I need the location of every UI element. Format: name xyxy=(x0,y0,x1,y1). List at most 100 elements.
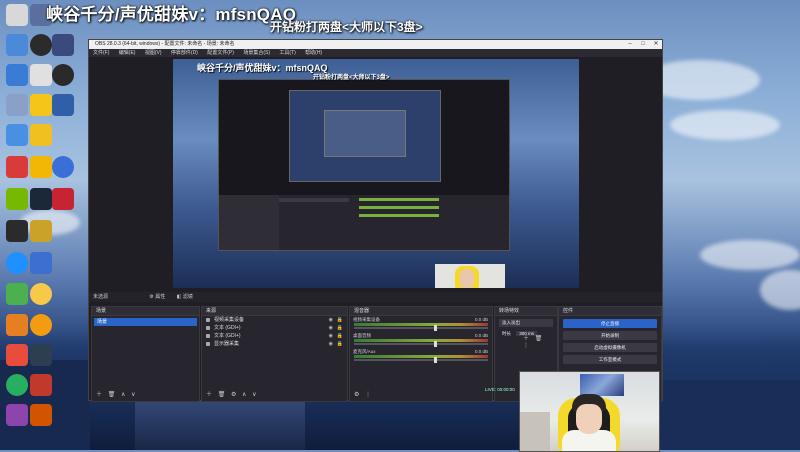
desktop-icon[interactable] xyxy=(6,156,28,178)
desktop-icon[interactable] xyxy=(6,344,28,366)
more-icon[interactable]: ⋮ xyxy=(365,392,371,398)
desktop-icon[interactable] xyxy=(30,94,52,116)
close-icon[interactable]: ✕ xyxy=(650,40,662,49)
desktop-icon[interactable] xyxy=(6,4,28,26)
camera-icon xyxy=(206,318,210,322)
properties-button[interactable]: ⚙ 属性 xyxy=(149,294,165,300)
no-source-label: 未选源 xyxy=(93,294,109,300)
desktop-icon[interactable] xyxy=(6,283,28,305)
desktop-icon[interactable] xyxy=(52,94,74,116)
menu-view[interactable]: 视图(V) xyxy=(145,50,162,56)
obs-preview-canvas[interactable]: 峡谷千分/声优甜妹v：mfsnQAQ 开钻粉打两盘<大师以下3盘> xyxy=(173,59,579,288)
desktop-icon[interactable] xyxy=(52,188,74,210)
desktop-icon[interactable] xyxy=(30,64,52,86)
audio-mixer-dock: 混音器 视频采集设备 0.0 dB 桌面音频 0.0 dB 麦克风/Aux 0.0 d… xyxy=(349,306,493,402)
more-icon[interactable]: ⋮ xyxy=(523,343,529,349)
start-recording-button[interactable]: 开始录制 xyxy=(563,331,657,340)
desktop-icon[interactable] xyxy=(6,404,28,426)
desktop-icon[interactable] xyxy=(52,34,74,56)
preview-overlay-title: 峡谷千分/声优甜妹v：mfsnQAQ xyxy=(197,63,328,73)
up-icon[interactable]: ∧ xyxy=(242,392,246,398)
desktop-icon[interactable] xyxy=(6,34,28,56)
trash-icon[interactable]: 🗑 xyxy=(535,336,543,342)
desktop-icon[interactable] xyxy=(30,188,52,210)
minimize-icon[interactable]: – xyxy=(624,40,636,49)
eye-icon[interactable]: ◉ xyxy=(329,340,333,348)
webcam-overlay xyxy=(519,371,660,452)
desktop-icon[interactable] xyxy=(6,94,28,116)
lock-icon[interactable]: 🔒 xyxy=(337,340,343,348)
mixer-channel: 麦克风/Aux 0.0 dB xyxy=(350,348,492,363)
nested-capture-1 xyxy=(218,79,510,251)
trash-icon[interactable]: 🗑 xyxy=(218,392,226,398)
desktop-icon[interactable] xyxy=(6,188,28,210)
menu-help[interactable]: 帮助(H) xyxy=(305,50,322,56)
menu-edit[interactable]: 编辑(E) xyxy=(119,50,136,56)
menu-file[interactable]: 文件(F) xyxy=(93,50,109,56)
lock-icon[interactable]: 🔒 xyxy=(337,332,343,340)
volume-slider[interactable] xyxy=(354,357,488,363)
lock-icon[interactable]: 🔒 xyxy=(337,324,343,332)
desktop-icon[interactable] xyxy=(30,314,52,336)
desktop-icon[interactable] xyxy=(30,404,52,426)
source-item[interactable]: 显示器采集 ◉ 🔒 xyxy=(202,340,347,348)
source-label: 文本 (GDI+) xyxy=(214,333,241,339)
menu-scene-collection[interactable]: 场景集合(S) xyxy=(243,50,270,56)
transition-select[interactable]: 淡入淡出 xyxy=(499,319,553,327)
channel-db: 0.0 dB xyxy=(474,349,488,354)
desktop-icon[interactable] xyxy=(30,252,52,274)
desktop-icon[interactable] xyxy=(52,156,74,178)
gear-icon[interactable]: ⚙ xyxy=(231,392,236,398)
source-item[interactable]: 视频采集设备 ◉ 🔒 xyxy=(202,316,347,324)
source-item[interactable]: 文本 (GDI+) ◉ 🔒 xyxy=(202,332,347,340)
desktop-icon[interactable] xyxy=(6,64,28,86)
volume-slider[interactable] xyxy=(354,325,488,331)
monitor-icon xyxy=(206,342,210,346)
desktop-icon[interactable] xyxy=(6,124,28,146)
desktop-icon[interactable] xyxy=(30,156,52,178)
down-icon[interactable]: ∨ xyxy=(252,392,256,398)
eye-icon[interactable]: ◉ xyxy=(329,316,333,324)
desktop-icon[interactable] xyxy=(52,64,74,86)
desktop-icon[interactable] xyxy=(30,283,52,305)
channel-name: 视频采集设备 xyxy=(353,317,380,322)
desktop-icon[interactable] xyxy=(6,220,28,242)
desktop-icon[interactable] xyxy=(30,344,52,366)
add-icon[interactable]: ＋ xyxy=(523,336,529,342)
lock-icon[interactable]: 🔒 xyxy=(337,316,343,324)
up-icon[interactable]: ∧ xyxy=(121,392,125,398)
menu-tools[interactable]: 工具(T) xyxy=(279,50,295,56)
stream-overlay-subtitle: 开钻粉打两盘<大师以下3盘> xyxy=(270,20,423,34)
source-controls: ＋ 🗑 ⚙ ∧ ∨ xyxy=(206,389,261,398)
obs-titlebar[interactable]: OBS 28.0.3 (64-bit, windows) - 配置文件: 未命名… xyxy=(89,40,662,49)
start-virtual-camera-button[interactable]: 启动虚拟摄像机 xyxy=(563,343,657,352)
channel-db: 0.0 dB xyxy=(474,317,488,322)
volume-slider[interactable] xyxy=(354,341,488,347)
eye-icon[interactable]: ◉ xyxy=(329,332,333,340)
scene-item[interactable]: 场景 xyxy=(94,318,197,326)
studio-mode-button[interactable]: 工作室模式 xyxy=(563,355,657,364)
desktop-icon[interactable] xyxy=(6,252,28,274)
transition-controls: ＋ 🗑 ⋮ xyxy=(523,333,557,349)
eye-icon[interactable]: ◉ xyxy=(329,324,333,332)
source-label: 显示器采集 xyxy=(214,341,240,347)
desktop-icon[interactable] xyxy=(30,374,52,396)
add-icon[interactable]: ＋ xyxy=(96,392,102,398)
menu-docks[interactable]: 停靠部件(D) xyxy=(171,50,198,56)
maximize-icon[interactable]: □ xyxy=(637,40,649,49)
desktop-icon[interactable] xyxy=(30,34,52,56)
gear-icon[interactable]: ⚙ xyxy=(354,392,359,398)
desktop-icon[interactable] xyxy=(30,124,52,146)
desktop-icon[interactable] xyxy=(6,314,28,336)
filters-button[interactable]: ◧ 滤镜 xyxy=(177,294,193,300)
trash-icon[interactable]: 🗑 xyxy=(108,392,116,398)
audio-meter xyxy=(354,355,488,358)
add-icon[interactable]: ＋ xyxy=(206,392,212,398)
desktop-icon[interactable] xyxy=(6,374,28,396)
menu-profile[interactable]: 配置文件(P) xyxy=(207,50,234,56)
preview-overlay-subtitle: 开钻粉打两盘<大师以下3盘> xyxy=(313,75,390,81)
desktop-icon[interactable] xyxy=(30,220,52,242)
stop-streaming-button[interactable]: 停止直播 xyxy=(563,319,657,328)
down-icon[interactable]: ∨ xyxy=(131,392,135,398)
source-item[interactable]: 文本 (GDI+) ◉ 🔒 xyxy=(202,324,347,332)
